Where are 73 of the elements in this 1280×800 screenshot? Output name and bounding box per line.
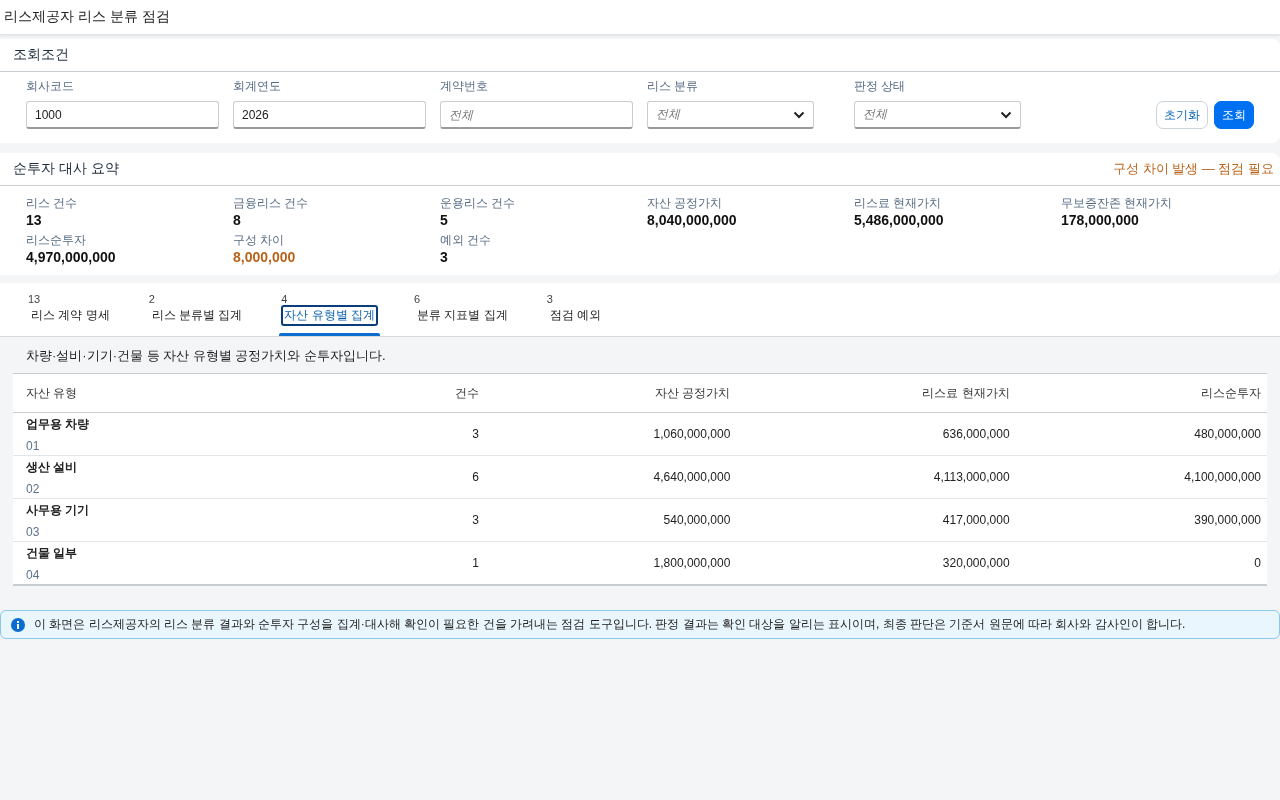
field-label: 판정 상태 xyxy=(854,78,907,95)
field-label: 회계연도 xyxy=(233,78,282,95)
table-cell: 480,000,000 xyxy=(1194,427,1261,441)
table-cell: 6 xyxy=(472,470,479,484)
table-cell: 1,060,000,000 xyxy=(653,427,731,441)
column-header: 리스료 현재가치 xyxy=(736,373,1016,413)
input-field[interactable]: 2026 xyxy=(233,101,426,129)
stat-label: 리스료 현재가치 xyxy=(854,195,943,212)
tab[interactable]: 3 점검 예외 xyxy=(534,293,617,336)
table-cell: 417,000,000 xyxy=(942,513,1010,527)
table-cell: 540,000,000 xyxy=(663,513,731,527)
table-cell: 1,800,000,000 xyxy=(653,556,731,570)
stat-label: 예외 건수 xyxy=(440,232,493,249)
table-cell: 4,100,000,000 xyxy=(1184,470,1261,484)
stat-label: 자산 공정가치 xyxy=(647,195,724,212)
chevron-icon xyxy=(1000,110,1012,119)
tab[interactable]: 6 분류 지표별 집계 xyxy=(402,293,523,336)
reset-button[interactable]: 초기화 xyxy=(1156,101,1208,129)
table-cell: 0 xyxy=(1254,556,1261,570)
tab[interactable]: 13 리스 계약 명세 xyxy=(16,293,125,336)
info-icon xyxy=(11,617,25,632)
asset-name: 건물 일부 xyxy=(26,544,79,562)
stat-value: 8,000,000 xyxy=(233,249,297,265)
page-title: 리스제공자 리스 분류 점검 xyxy=(4,8,170,26)
search-button[interactable]: 조회 xyxy=(1214,101,1254,129)
stat-value: 8 xyxy=(233,212,242,228)
table-cell: 4,113,000,000 xyxy=(933,470,1010,484)
table-cell: 636,000,000 xyxy=(942,427,1010,441)
asset-name: 생산 설비 xyxy=(26,458,79,476)
stat-value: 5 xyxy=(440,212,449,228)
stat-label: 운용리스 건수 xyxy=(440,195,517,212)
table-cell: 320,000,000 xyxy=(942,556,1010,570)
table-cell: 4,640,000,000 xyxy=(653,470,731,484)
input-field[interactable]: 전체 xyxy=(440,101,633,129)
asset-name: 업무용 차량 xyxy=(26,415,91,433)
column-header: 자산 공정가치 xyxy=(484,373,737,413)
stat-label: 리스 건수 xyxy=(26,195,79,212)
stat-label: 리스순투자 xyxy=(26,232,87,249)
asset-code: 04 xyxy=(26,567,41,582)
dropdown[interactable]: 전체 xyxy=(854,101,1021,129)
description-text: 차량·설비·기기·건물 등 자산 유형별 공정가치와 순투자입니다. xyxy=(25,347,387,365)
stat-label: 구성 차이 xyxy=(233,232,286,249)
input-field[interactable]: 1000 xyxy=(26,101,219,129)
asset-code: 01 xyxy=(26,438,41,453)
tab[interactable]: 2 리스 분류별 집계 xyxy=(136,293,258,336)
field-label: 리스 분류 xyxy=(647,78,700,95)
column-header: 건수 xyxy=(372,373,485,413)
column-header: 리스순투자 xyxy=(1015,373,1267,413)
panel-title: 조회조건 xyxy=(13,46,69,64)
stat-value: 5,486,000,000 xyxy=(854,212,945,228)
stat-value: 13 xyxy=(26,212,43,228)
stat-value: 178,000,000 xyxy=(1061,212,1140,228)
table-cell: 390,000,000 xyxy=(1194,513,1261,527)
dropdown[interactable]: 전체 xyxy=(647,101,814,129)
alert-text: 구성 차이 발생 — 점검 필요 xyxy=(1112,160,1274,178)
stat-value: 8,040,000,000 xyxy=(647,212,738,228)
field-label: 회사코드 xyxy=(26,78,75,95)
table-cell: 3 xyxy=(472,427,479,441)
table-cell: 1 xyxy=(472,556,479,570)
table-cell: 3 xyxy=(472,513,479,527)
notice-text: 이 화면은 리스제공자의 리스 분류 결과와 순투자 구성을 집계·대사해 확인이 필요한 건을 가려내는 점검 도구입니다. 판정 결과는 확인 대상을 알리는 표시이며, 최종 판단은 기준서 원문에 따라 회사와 감사인이 합니다. xyxy=(34,616,1186,633)
panel-title: 순투자 대사 요약 xyxy=(13,160,119,178)
asset-name: 사무용 기기 xyxy=(26,501,91,519)
stat-value: 3 xyxy=(440,249,449,265)
stat-label: 금융리스 건수 xyxy=(233,195,310,212)
chevron-icon xyxy=(793,110,805,119)
stat-label: 무보증잔존 현재가치 xyxy=(1061,195,1174,212)
asset-code: 03 xyxy=(26,524,41,539)
field-label: 계약번호 xyxy=(440,78,489,95)
stat-value: 4,970,000,000 xyxy=(26,249,117,265)
asset-code: 02 xyxy=(26,481,41,496)
column-header: 자산 유형 xyxy=(13,373,372,413)
tab[interactable]: 4 자산 유형별 집계 xyxy=(269,293,390,336)
